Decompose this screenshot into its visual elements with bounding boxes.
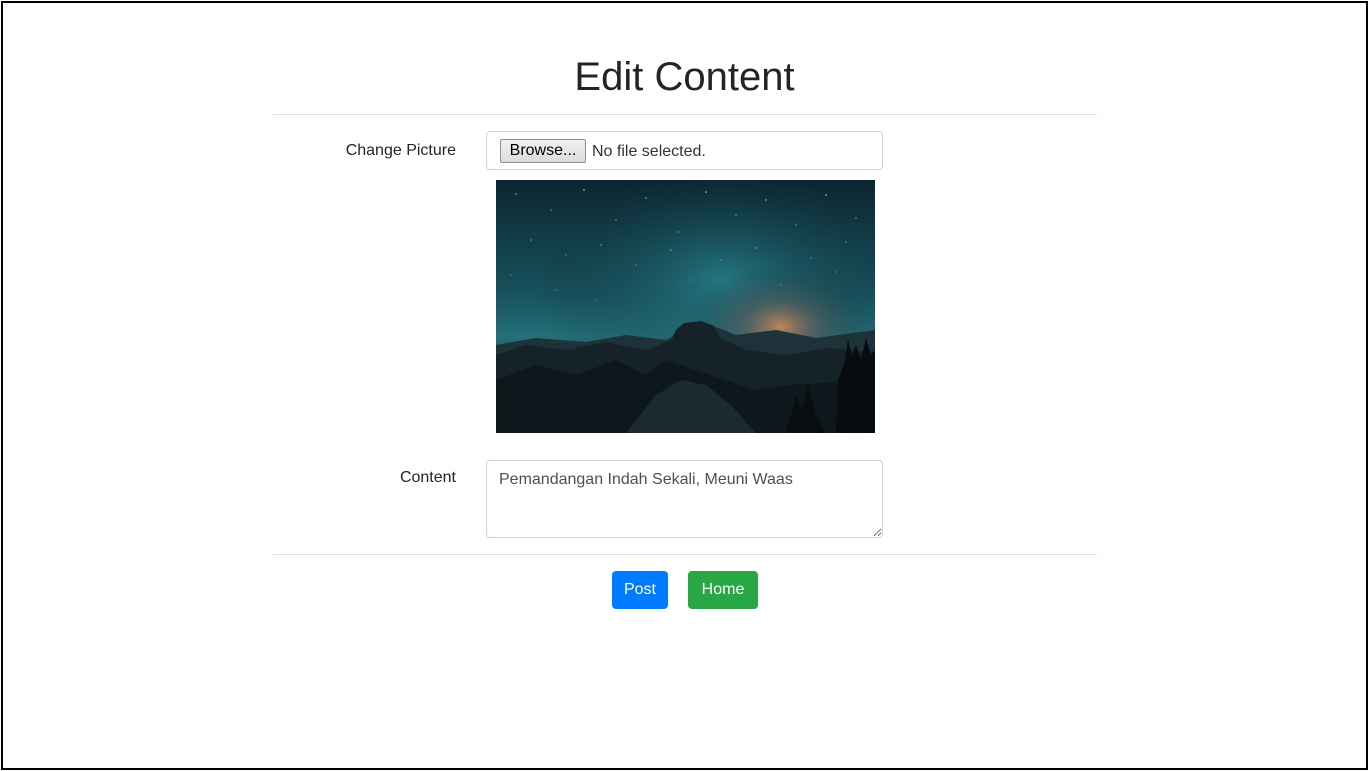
file-status-text: No file selected. [592, 143, 706, 160]
post-button[interactable]: Post [612, 571, 668, 609]
top-divider [273, 114, 1097, 115]
file-input[interactable]: Browse... No file selected. [486, 131, 883, 170]
content-textarea[interactable]: Pemandangan Indah Sekali, Meuni Waas [486, 460, 883, 538]
content-label: Content [399, 469, 456, 486]
bottom-divider [273, 554, 1097, 555]
preview-image [496, 180, 875, 433]
page-title: Edit Content [574, 55, 795, 99]
change-picture-label: Change Picture [345, 142, 456, 159]
browse-button[interactable]: Browse... [500, 139, 586, 163]
home-button[interactable]: Home [688, 571, 758, 609]
